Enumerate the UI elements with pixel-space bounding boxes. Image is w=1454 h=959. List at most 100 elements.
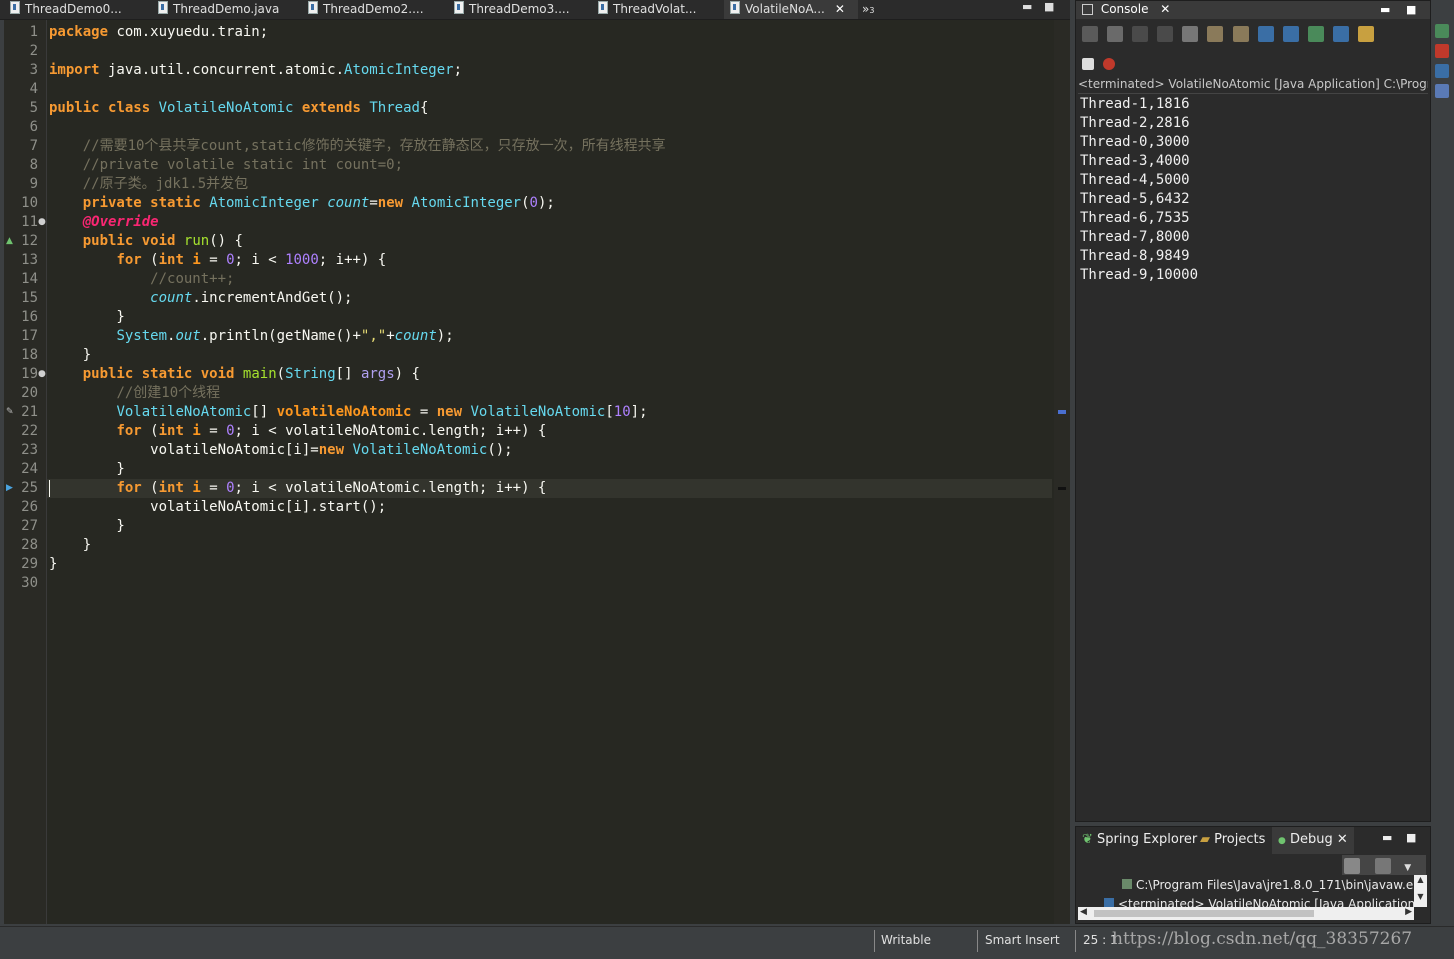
- properties-icon[interactable]: [1082, 57, 1094, 70]
- override-indicator-icon: ▲: [6, 236, 13, 246]
- java-file-icon: [598, 1, 608, 14]
- remove-launch-icon[interactable]: [1132, 25, 1149, 42]
- spring-leaf-icon: ❦: [1082, 832, 1093, 847]
- word-wrap-icon[interactable]: [1232, 25, 1249, 42]
- tasks-icon[interactable]: [1435, 84, 1449, 98]
- console-header: Console ✕ ▬ ■: [1076, 1, 1430, 19]
- tab-label: ThreadDemo2....: [323, 2, 424, 16]
- display-console-icon[interactable]: [1332, 25, 1349, 42]
- tab-overflow-button[interactable]: »3: [862, 0, 886, 19]
- tab-debug[interactable]: ● Debug ✕: [1272, 827, 1354, 854]
- tab-label: VolatileNoA...: [745, 2, 825, 16]
- maximize-editor-button[interactable]: ■: [1044, 0, 1054, 13]
- console-toolbar-2: [1082, 53, 1119, 73]
- outline-icon[interactable]: [1435, 64, 1449, 78]
- close-debug-icon[interactable]: ✕: [1337, 832, 1348, 847]
- debug-bug-icon: ●: [1278, 836, 1286, 846]
- scroll-up-icon[interactable]: ▲: [1414, 875, 1427, 884]
- fold-collapse-icon[interactable]: ●: [38, 217, 46, 227]
- code-line-19: public static void main(String[] args) {: [82, 366, 420, 382]
- minimize-editor-button[interactable]: ▬: [1022, 0, 1032, 13]
- code-editor[interactable]: 1 2 3 4 5 6 7 8 9 10 11 12 13 14 15 16 1…: [4, 20, 1070, 924]
- tab-spring-explorer[interactable]: ❦ Spring Explorer: [1082, 827, 1197, 853]
- remove-all-icon[interactable]: [1157, 25, 1174, 42]
- code-line-15: count.incrementAndGet();: [150, 290, 353, 306]
- debug-options-icon[interactable]: [1375, 857, 1392, 874]
- line-number: 15: [21, 290, 38, 306]
- tab-label: ThreadVolat...: [613, 2, 697, 16]
- code-line-13: for (int i = 0; i < 1000; i++) {: [116, 252, 387, 268]
- line-number: 20: [21, 385, 38, 401]
- terminate-icon[interactable]: [1107, 25, 1124, 42]
- console-launch-label: <terminated> VolatileNoAtomic [Java Appl…: [1078, 77, 1428, 94]
- scroll-left-icon[interactable]: ◀: [1080, 907, 1087, 917]
- fold-collapse-icon[interactable]: ●: [38, 369, 46, 379]
- editor-vertical-scrollbar[interactable]: [1054, 20, 1070, 924]
- insert-mode-status[interactable]: Smart Insert: [985, 933, 1060, 947]
- refresh-icon[interactable]: [1082, 25, 1098, 42]
- code-line-22: for (int i = 0; i < volatileNoAtomic.len…: [116, 423, 547, 439]
- open-console-icon[interactable]: [1358, 25, 1375, 42]
- tab-volatilenoatomic[interactable]: VolatileNoA... ✕: [724, 0, 858, 19]
- show-on-output-icon[interactable]: [1257, 25, 1274, 42]
- console-line: Thread-4,5000: [1080, 172, 1190, 188]
- console-line: Thread-7,8000: [1080, 229, 1190, 245]
- debug-launch-row[interactable]: <terminated> VolatileNoAtomic [Java Appl…: [1104, 897, 1420, 907]
- show-on-error-icon[interactable]: [1282, 25, 1299, 42]
- view-menu-chevron-icon[interactable]: ▼: [1404, 863, 1411, 873]
- tab-threadvolat[interactable]: ThreadVolat...: [598, 0, 722, 19]
- process-label: C:\Program Files\Java\jre1.8.0_171\bin\j…: [1136, 878, 1414, 892]
- tab-label: Spring Explorer: [1097, 832, 1198, 847]
- code-line-7: //需要10个县共享count,static修饰的关键字，存放在静态区，只存放一…: [82, 138, 666, 154]
- debug-horizontal-scrollbar[interactable]: ◀ ▶: [1078, 907, 1414, 920]
- scroll-right-icon[interactable]: ▶: [1405, 907, 1412, 917]
- debug-view-tabs: ❦ Spring Explorer ▰ Projects ● Debug ✕ ▬…: [1076, 827, 1430, 854]
- debug-icon[interactable]: [1103, 57, 1116, 70]
- tab-projects[interactable]: ▰ Projects: [1200, 827, 1265, 853]
- console-tab-label[interactable]: Console: [1101, 2, 1149, 16]
- line-number: 3: [29, 62, 38, 78]
- problems-icon[interactable]: [1435, 44, 1449, 58]
- line-number: 28: [21, 537, 38, 553]
- tab-threaddemo[interactable]: ThreadDemo.java: [158, 0, 298, 19]
- remove-terminated-icon[interactable]: [1344, 857, 1360, 874]
- debug-vertical-scrollbar[interactable]: ▲ ▼: [1414, 875, 1427, 907]
- scroll-down-icon[interactable]: ▼: [1414, 892, 1427, 901]
- tab-threaddemo0[interactable]: ThreadDemo0...: [10, 0, 150, 19]
- status-divider: [874, 930, 875, 952]
- line-number: 9: [29, 176, 38, 192]
- bookmark-arrow-icon: ▶: [6, 483, 13, 493]
- overview-ruler-marker[interactable]: [1058, 410, 1066, 414]
- console-output[interactable]: Thread-1,1816 Thread-2,2816 Thread-0,300…: [1080, 95, 1198, 285]
- overview-ruler-marker[interactable]: [1058, 487, 1066, 490]
- watermark-text: https://blog.csdn.net/qq_38357267: [1112, 929, 1413, 949]
- scroll-thumb[interactable]: [1094, 910, 1314, 917]
- line-number: 26: [21, 499, 38, 515]
- clear-console-icon[interactable]: [1182, 25, 1199, 42]
- code-line-26: volatileNoAtomic[i].start();: [49, 499, 387, 515]
- line-number: 2: [29, 43, 38, 59]
- tab-threaddemo3[interactable]: ThreadDemo3....: [454, 0, 594, 19]
- process-icon: [1122, 879, 1132, 889]
- code-line-3: import java.util.concurrent.atomic.Atomi…: [49, 62, 463, 78]
- scroll-lock-icon[interactable]: [1207, 25, 1224, 42]
- perspective-icon[interactable]: [1435, 24, 1449, 38]
- pin-console-icon[interactable]: [1307, 25, 1324, 42]
- close-console-icon[interactable]: ✕: [1160, 2, 1170, 16]
- debug-process-row[interactable]: C:\Program Files\Java\jre1.8.0_171\bin\j…: [1122, 878, 1413, 892]
- quick-fix-pencil-icon[interactable]: ✎: [6, 407, 14, 417]
- console-line: Thread-5,6432: [1080, 191, 1190, 207]
- minimize-console-button[interactable]: ▬: [1380, 1, 1390, 18]
- code-line-17: System.out.println(getName()+","+count);: [116, 328, 454, 344]
- minimize-debug-button[interactable]: ▬: [1382, 827, 1392, 849]
- launch-label: <terminated> VolatileNoAtomic [Java Appl…: [1118, 897, 1420, 907]
- line-number: 16: [21, 309, 38, 325]
- code-line-1: package com.xuyuedu.train;: [49, 24, 269, 40]
- tab-label: Debug: [1290, 832, 1333, 847]
- code-line-9: //原子类。jdk1.5并发包: [82, 176, 249, 192]
- tab-threaddemo2[interactable]: ThreadDemo2....: [308, 0, 448, 19]
- code-line-23: volatileNoAtomic[i]=new VolatileNoAtomic…: [49, 442, 513, 458]
- maximize-debug-button[interactable]: ■: [1406, 827, 1416, 849]
- maximize-console-button[interactable]: ■: [1406, 1, 1416, 18]
- close-tab-icon[interactable]: ✕: [835, 2, 845, 16]
